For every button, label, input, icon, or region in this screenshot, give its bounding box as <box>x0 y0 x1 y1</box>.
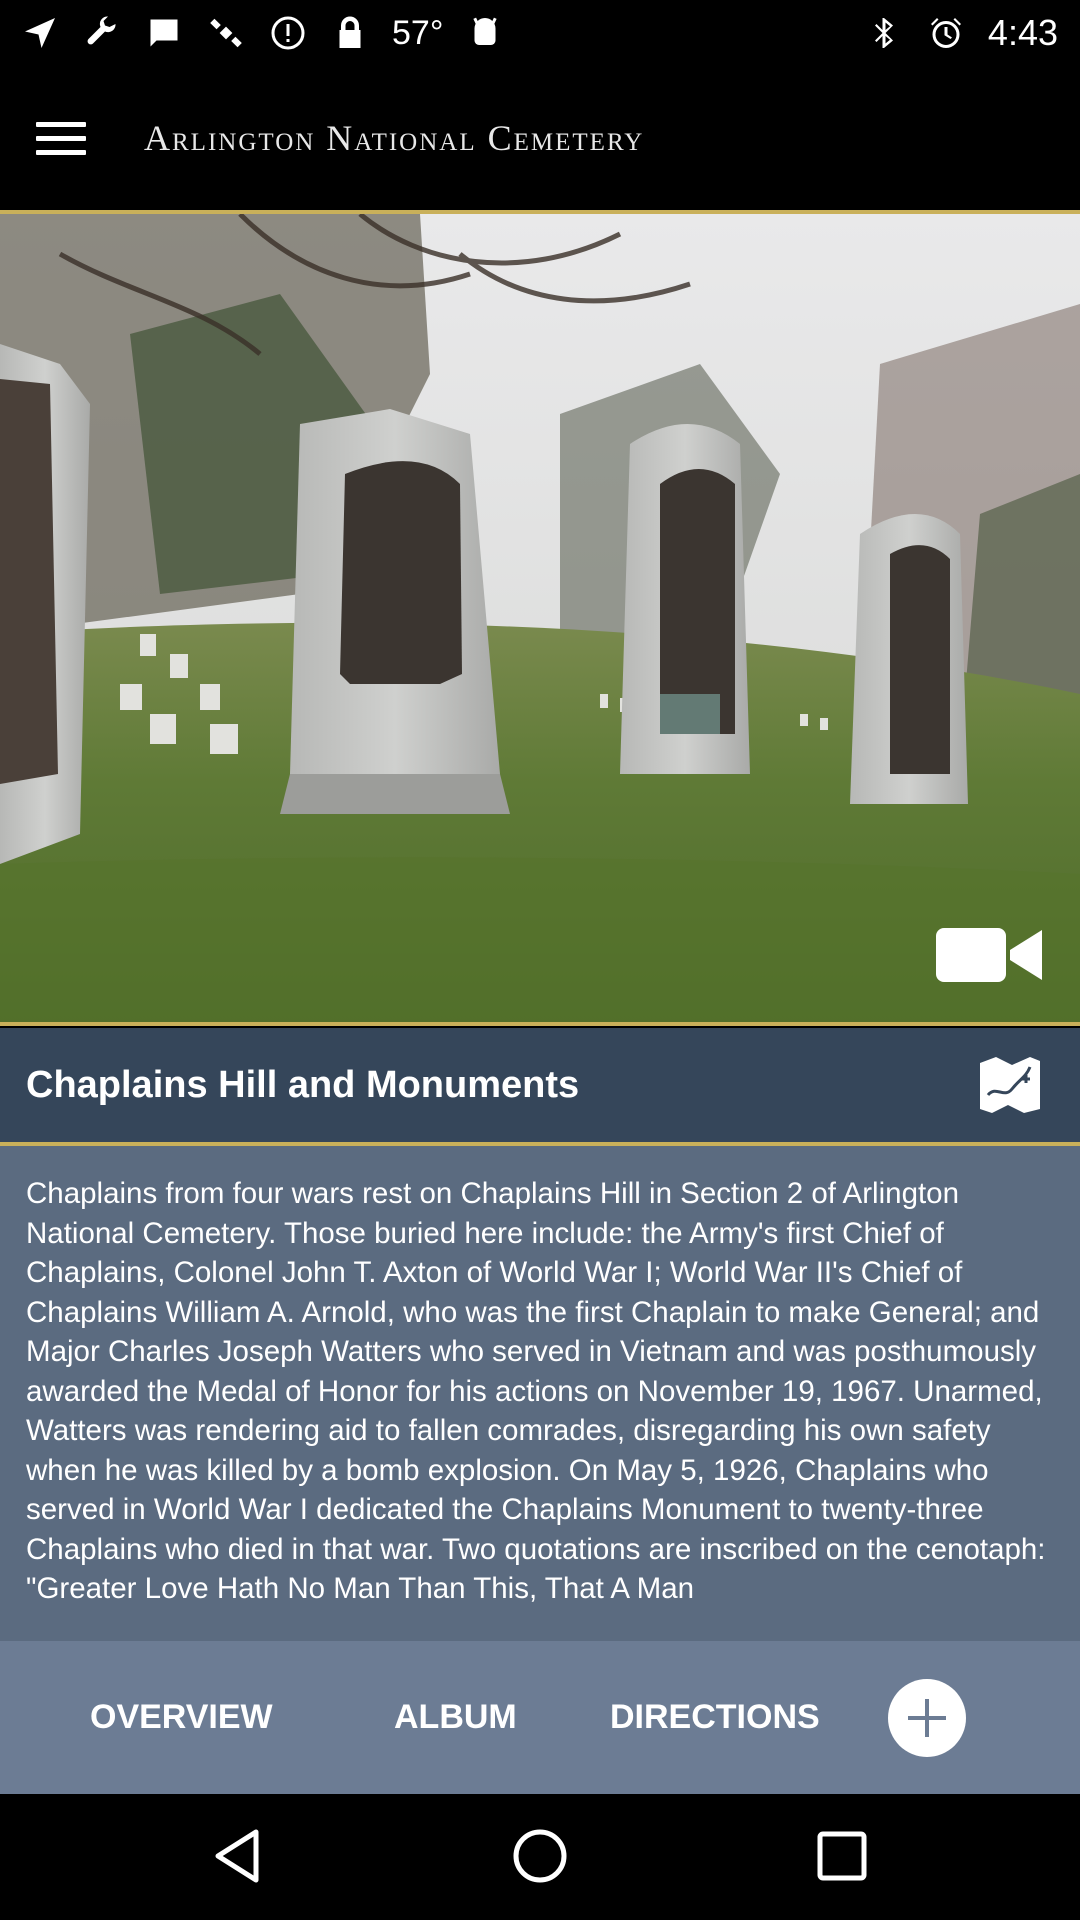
message-icon <box>144 13 184 53</box>
clock-text: 4:43 <box>987 12 1058 53</box>
monuments-photo <box>0 214 1080 1024</box>
recent-apps-icon[interactable] <box>810 1824 874 1888</box>
tab-overview[interactable]: OVERVIEW <box>90 1641 273 1794</box>
hamburger-menu-icon[interactable] <box>36 101 110 175</box>
home-icon[interactable] <box>508 1824 572 1888</box>
satellite-fake-gps-icon <box>206 13 246 53</box>
lock-icon <box>330 13 370 53</box>
navigation-icon <box>20 13 60 53</box>
wrench-icon <box>82 13 122 53</box>
app-title: Arlington National Cemetery <box>144 118 645 158</box>
place-title-bar: Chaplains Hill and Monuments <box>0 1028 1080 1142</box>
alert-circle-icon <box>268 13 308 53</box>
video-camera-icon[interactable] <box>934 924 1044 986</box>
map-icon[interactable] <box>978 1055 1042 1115</box>
place-description[interactable]: Chaplains from four wars rest on Chaplai… <box>0 1146 1080 1641</box>
bluetooth-icon <box>864 13 904 53</box>
app-screen: 57° 4:43 Arlington National Cemetery Cha… <box>0 0 1080 1920</box>
app-bar: Arlington National Cemetery <box>0 66 1080 210</box>
hero-photo[interactable] <box>0 214 1080 1024</box>
status-right-group: 4:43 <box>864 12 1058 54</box>
back-icon[interactable] <box>206 1824 270 1888</box>
place-title: Chaplains Hill and Monuments <box>26 1063 580 1106</box>
tab-directions[interactable]: DIRECTIONS <box>610 1641 820 1794</box>
plus-circle-icon[interactable] <box>888 1679 966 1757</box>
system-nav-bar <box>0 1794 1080 1920</box>
gold-divider-middle <box>0 1022 1080 1026</box>
temperature-text: 57° <box>392 13 444 52</box>
tab-album[interactable]: ALBUM <box>394 1641 517 1794</box>
alarm-icon <box>926 13 966 53</box>
android-icon <box>465 13 505 53</box>
bottom-nav: OVERVIEW ALBUM DIRECTIONS <box>0 1641 1080 1794</box>
status-bar: 57° 4:43 <box>0 0 1080 66</box>
description-text: Chaplains from four wars rest on Chaplai… <box>26 1177 1046 1605</box>
status-left-group: 57° <box>20 13 505 53</box>
